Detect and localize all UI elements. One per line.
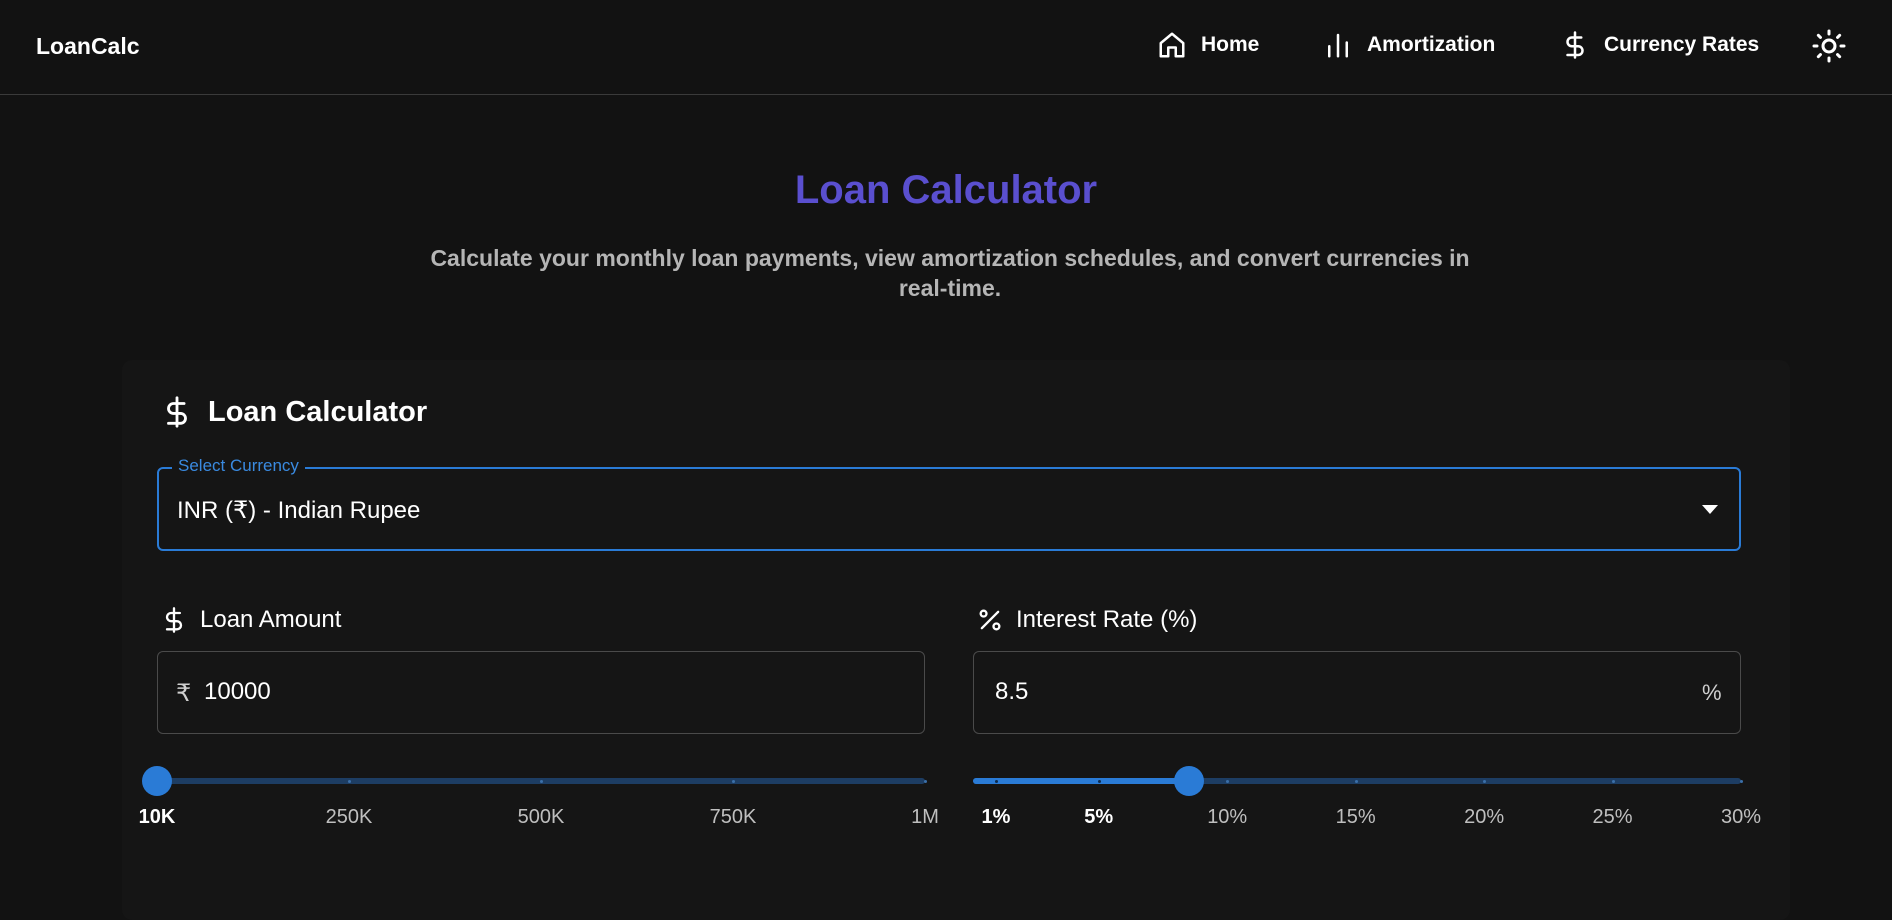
nav-home-label: Home [1201,33,1260,56]
loan-slider-tick [540,780,543,783]
loan-slider-mark-label: 1M [911,806,939,828]
interest-rate-input[interactable] [993,677,1597,707]
currency-select-label: Select Currency [172,456,305,476]
nav-currency-rates[interactable]: Currency Rates [1560,30,1759,60]
card-title-label: Loan Calculator [208,395,428,428]
percent-icon [979,609,1001,631]
theme-toggle-button[interactable] [1811,28,1847,64]
rate-slider-mark-label: 20% [1464,806,1505,828]
loan-amount-label: Loan Amount [160,606,341,634]
rupee-prefix: ₹ [176,680,192,707]
rate-slider-mark-label: 25% [1592,806,1633,828]
loan-slider-tick [732,780,735,783]
loan-amount-input[interactable] [202,677,806,707]
loan-slider-thumb[interactable] [142,766,172,796]
page-subtitle: Calculate your monthly loan payments, vi… [420,243,1480,303]
nav-home[interactable]: Home [1157,30,1259,60]
page-title: Loan Calculator [794,168,1098,212]
page-subtitle-line2: real-time. [898,275,1002,301]
rate-slider-thumb[interactable] [1173,766,1204,796]
bar-chart-icon [1328,33,1348,58]
rate-slider-mark-label: 15% [1335,806,1376,828]
rate-slider-tick [1740,780,1743,783]
currency-select-value[interactable]: INR (₹) - Indian Rupee [177,496,420,525]
dollar-icon [165,607,183,633]
loan-slider-tick [348,780,351,783]
dollar-icon [167,396,187,428]
loan-slider-mark-label: 750K [709,806,757,828]
loan-slider-mark-label: 250K [325,806,373,828]
rate-slider-mark-label: 10% [1207,806,1248,828]
loan-slider-mark-label: 10K [138,806,176,828]
card-title: Loan Calculator [160,395,427,429]
sun-icon [1812,29,1846,63]
chevron-down-icon[interactable] [1702,505,1718,514]
page-subtitle-line1: Calculate your monthly loan payments, vi… [430,245,1470,271]
rate-slider-fill [973,778,1189,784]
rate-slider-tick [1354,780,1358,783]
top-app-bar: LoanCalc Home Amortization Currency Rate… [0,0,1892,95]
percent-suffix: % [1702,680,1722,705]
nav-amortization[interactable]: Amortization [1323,30,1495,60]
loan-amount-label-text: Loan Amount [200,606,342,633]
loan-calculator-card [122,360,1790,920]
dollar-icon [1566,31,1584,59]
loan-slider-tick [924,780,927,783]
rate-slider-tick [1097,780,1101,783]
brand-logo[interactable]: LoanCalc [36,33,140,60]
rate-slider-mark-label: 1% [981,806,1011,828]
loan-slider-mark-label: 500K [517,806,565,828]
rate-slider-tick [995,780,998,783]
home-icon [1159,32,1185,58]
rate-slider-tick [1611,780,1615,783]
nav-currency-rates-label: Currency Rates [1604,33,1760,56]
interest-rate-label-text: Interest Rate (%) [1016,606,1198,633]
interest-rate-label: Interest Rate (%) [976,606,1197,634]
rate-slider-mark-label: 5% [1084,806,1114,828]
rate-slider-mark-label: 30% [1720,806,1762,828]
nav-amortization-label: Amortization [1367,33,1496,56]
